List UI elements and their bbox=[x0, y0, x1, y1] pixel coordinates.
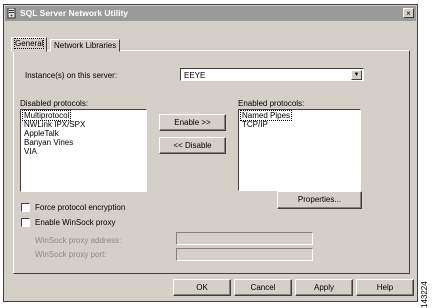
instance-select-value: EEYE bbox=[184, 71, 206, 80]
winsock-port-field bbox=[176, 248, 313, 261]
figure-id: 143224 bbox=[420, 281, 429, 308]
tab-general[interactable]: General bbox=[11, 37, 48, 52]
help-button[interactable]: Help bbox=[356, 279, 414, 296]
tab-network-libraries[interactable]: Network Libraries bbox=[50, 39, 121, 52]
close-button[interactable]: × bbox=[403, 8, 414, 18]
dialog-window: SQL Server Network Utility × General Net… bbox=[3, 4, 418, 302]
instance-label: Instance(s) on this server: bbox=[25, 71, 118, 80]
enable-button[interactable]: Enable >> bbox=[159, 114, 226, 131]
ok-button[interactable]: OK bbox=[173, 279, 231, 296]
enabled-protocols-label: Enabled protocols: bbox=[238, 99, 305, 108]
list-item[interactable]: VIA bbox=[23, 147, 144, 156]
list-item[interactable]: NWLink IPX/SPX bbox=[23, 120, 144, 129]
disable-button[interactable]: << Disable bbox=[159, 137, 226, 154]
winsock-port-label: WinSock proxy port: bbox=[35, 250, 107, 259]
apply-button[interactable]: Apply bbox=[295, 279, 353, 296]
list-item[interactable]: Multiprotocol bbox=[21, 110, 72, 121]
tab-network-libraries-label: Network Libraries bbox=[54, 41, 117, 50]
force-encryption-checkbox[interactable] bbox=[21, 203, 30, 212]
winsock-address-field bbox=[176, 232, 313, 245]
instance-select[interactable]: EEYE ▼ bbox=[180, 68, 364, 81]
properties-button[interactable]: Properties... bbox=[277, 191, 362, 209]
winsock-address-label: WinSock proxy address: bbox=[35, 236, 122, 245]
disabled-protocols-list[interactable]: Multiprotocol NWLink IPX/SPX AppleTalk B… bbox=[20, 109, 147, 192]
chevron-down-icon[interactable]: ▼ bbox=[351, 70, 362, 80]
enable-winsock-checkbox[interactable] bbox=[21, 218, 30, 227]
close-icon: × bbox=[406, 9, 411, 18]
enable-winsock-label[interactable]: Enable WinSock proxy bbox=[35, 218, 115, 227]
force-encryption-label[interactable]: Force protocol encryption bbox=[35, 203, 125, 212]
server-icon bbox=[7, 8, 16, 19]
cancel-button[interactable]: Cancel bbox=[234, 279, 292, 296]
list-item[interactable]: TCP/IP bbox=[241, 120, 358, 129]
disabled-protocols-label: Disabled protocols: bbox=[20, 99, 89, 108]
enabled-protocols-list[interactable]: Named Pipes TCP/IP bbox=[238, 109, 361, 191]
list-item[interactable]: Named Pipes bbox=[239, 110, 293, 121]
tab-general-label: General bbox=[13, 38, 45, 49]
list-item[interactable]: Banyan Vines bbox=[23, 138, 144, 147]
list-item[interactable]: AppleTalk bbox=[23, 129, 144, 138]
window-title: SQL Server Network Utility bbox=[20, 8, 129, 18]
title-bar[interactable]: SQL Server Network Utility × bbox=[5, 6, 416, 21]
